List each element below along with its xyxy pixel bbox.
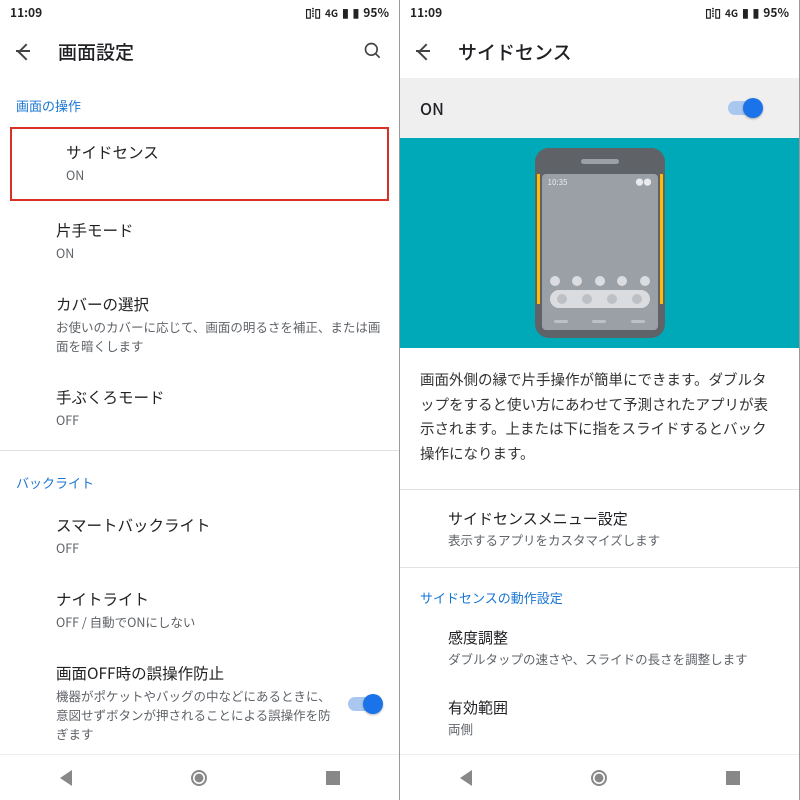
item-one-hand-mode[interactable]: 片手モード ON [0, 205, 399, 279]
status-bar: 11:09 ▯⦙▯ 4G ▮ ▮ 95% [0, 0, 399, 24]
app-bar: 画面設定 [0, 24, 399, 78]
battery-label: 95% [763, 4, 789, 21]
section-screen-operations: 画面の操作 [0, 78, 399, 123]
item-sub: ON [56, 244, 383, 263]
pocket-guard-toggle[interactable] [347, 694, 383, 714]
side-sense-screen: 11:09 ▯⦙▯ 4G ▮ ▮ 95% サイドセンス ON [400, 0, 800, 800]
back-button[interactable] [14, 39, 38, 63]
search-button[interactable] [361, 39, 385, 63]
side-bar-right-icon [660, 174, 663, 304]
item-label: 有効範囲 [448, 697, 779, 718]
app-bar: サイドセンス [400, 24, 799, 78]
nav-back-icon[interactable] [460, 770, 472, 786]
clock: 11:09 [410, 4, 442, 21]
back-button[interactable] [414, 39, 438, 63]
hero-illustration: 10:35 ●● [400, 138, 799, 348]
vibrate-icon: ▯⦙▯ [705, 4, 721, 21]
item-menu-setting[interactable]: サイドセンスメニュー設定 表示するアプリをカスタマイズします [400, 494, 799, 564]
battery-icon: ▮ [353, 4, 360, 21]
item-label: 画面OFF時の誤操作防止 [56, 662, 335, 685]
divider [400, 567, 799, 568]
item-pocket-guard[interactable]: 画面OFF時の誤操作防止 機器がポケットやバッグの中などにあるときに、意図せずボ… [0, 648, 399, 754]
vibrate-icon: ▯⦙▯ [305, 4, 321, 21]
on-label: ON [420, 96, 444, 120]
status-bar: 11:09 ▯⦙▯ 4G ▮ ▮ 95% [400, 0, 799, 24]
divider [400, 489, 799, 490]
network-label: 4G [325, 5, 338, 20]
section-backlight: バックライト [0, 455, 399, 500]
side-sense-toggle[interactable] [727, 98, 763, 118]
item-side-sense[interactable]: サイドセンス ON [10, 127, 389, 201]
battery-label: 95% [363, 4, 389, 21]
nav-recent-icon[interactable] [726, 771, 740, 785]
item-night-light[interactable]: ナイトライト OFF / 自動でONにしない [0, 574, 399, 648]
signal-icon: ▮ [742, 4, 749, 21]
battery-icon: ▮ [753, 4, 760, 21]
nav-home-icon[interactable] [591, 770, 607, 786]
item-label: サイドセンスメニュー設定 [448, 508, 779, 529]
item-sensitivity[interactable]: 感度調整 ダブルタップの速さや、スライドの長さを調整します [400, 613, 799, 683]
item-label: 手ぶくろモード [56, 386, 383, 409]
page-title: サイドセンス [458, 38, 785, 65]
item-label: サイドセンス [66, 141, 373, 164]
item-label: カバーの選択 [56, 293, 383, 316]
item-sub: ダブルタップの速さや、スライドの長さを調整します [448, 650, 779, 669]
feature-description: 画面外側の縁で片手操作が簡単にできます。ダブルタップをすると使い方にあわせて予測… [400, 348, 799, 485]
master-toggle-row[interactable]: ON [400, 78, 799, 138]
divider [0, 450, 399, 451]
item-sub: 機器がポケットやバッグの中などにあるときに、意図せずボタンが押されることによる誤… [56, 687, 335, 743]
item-cover-selection[interactable]: カバーの選択 お使いのカバーに応じて、画面の明るさを補正、または画面を暗くします [0, 279, 399, 372]
item-sub: 表示するアプリをカスタマイズします [448, 531, 779, 550]
nav-bar [400, 754, 799, 800]
item-smart-backlight[interactable]: スマートバックライト OFF [0, 500, 399, 574]
nav-home-icon[interactable] [191, 770, 207, 786]
item-sub: OFF / 自動でONにしない [56, 613, 383, 632]
item-label: 感度調整 [448, 627, 779, 648]
item-sub: OFF [56, 539, 383, 558]
page-title: 画面設定 [58, 38, 341, 65]
item-sub: OFF [56, 411, 383, 430]
item-sub: お使いのカバーに応じて、画面の明るさを補正、または画面を暗くします [56, 318, 383, 356]
nav-recent-icon[interactable] [326, 771, 340, 785]
item-label: ナイトライト [56, 588, 383, 611]
item-label: 片手モード [56, 219, 383, 242]
item-active-area[interactable]: 有効範囲 両側 [400, 683, 799, 753]
item-sub: 両側 [448, 720, 779, 739]
side-bar-left-icon [537, 174, 540, 304]
section-behavior: サイドセンスの動作設定 [400, 572, 799, 613]
network-label: 4G [725, 5, 738, 20]
item-label: スマートバックライト [56, 514, 383, 537]
item-sub: ON [66, 166, 373, 185]
display-settings-screen: 11:09 ▯⦙▯ 4G ▮ ▮ 95% 画面設定 画面の操作 サイドセンス O… [0, 0, 400, 800]
signal-icon: ▮ [342, 4, 349, 21]
nav-bar [0, 754, 399, 800]
nav-back-icon[interactable] [60, 770, 72, 786]
item-glove-mode[interactable]: 手ぶくろモード OFF [0, 372, 399, 446]
hero-clock: 10:35 [548, 177, 568, 188]
clock: 11:09 [10, 4, 42, 21]
